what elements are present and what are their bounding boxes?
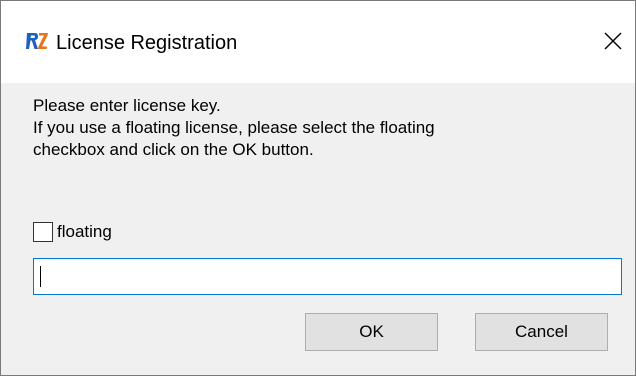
license-key-input[interactable] <box>33 258 622 295</box>
close-icon <box>604 32 622 50</box>
message-line-2: If you use a floating license, please se… <box>33 118 435 137</box>
instruction-message: Please enter license key. If you use a f… <box>33 95 593 161</box>
message-line-3: checkbox and click on the OK button. <box>33 140 314 159</box>
dialog-body: Please enter license key. If you use a f… <box>1 83 635 375</box>
rz-logo-icon <box>26 33 48 49</box>
floating-checkbox[interactable]: floating <box>33 221 112 243</box>
ok-button[interactable]: OK <box>305 313 438 351</box>
title-bar[interactable]: License Registration <box>1 1 635 83</box>
cancel-button[interactable]: Cancel <box>475 313 608 351</box>
license-registration-dialog: License Registration Please enter licens… <box>0 0 636 376</box>
message-line-1: Please enter license key. <box>33 96 221 115</box>
close-button[interactable] <box>591 19 635 63</box>
window-title: License Registration <box>56 32 238 54</box>
floating-checkbox-box[interactable] <box>33 222 53 242</box>
floating-checkbox-label[interactable]: floating <box>57 221 112 243</box>
text-caret <box>40 266 41 287</box>
